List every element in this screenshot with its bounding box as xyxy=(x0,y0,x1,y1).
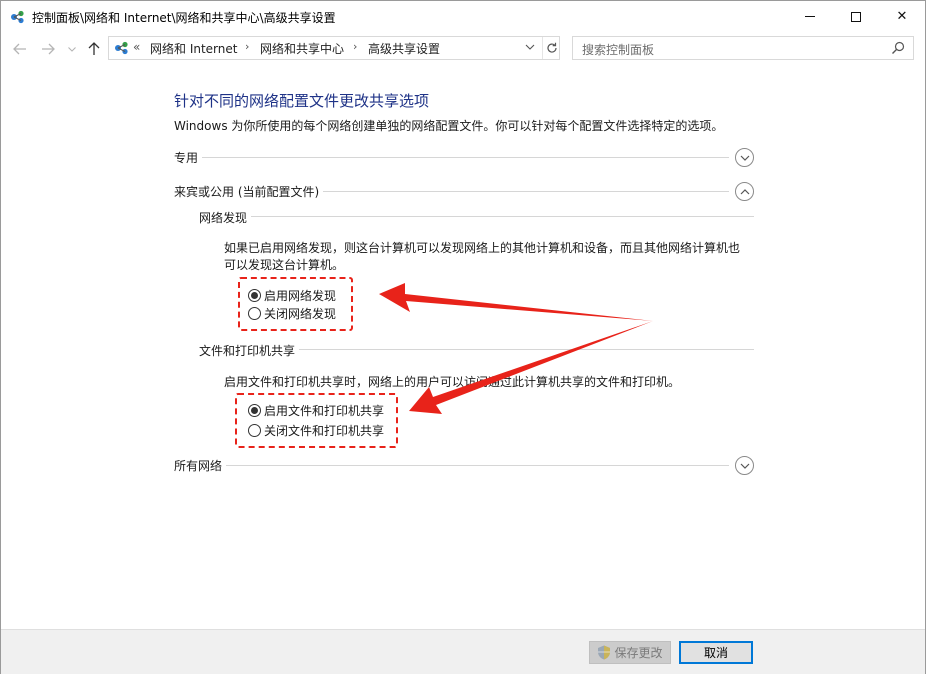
maximize-icon xyxy=(851,11,861,22)
network-discovery-title: 网络发现 xyxy=(199,209,252,226)
minimize-icon xyxy=(805,16,815,17)
network-center-icon xyxy=(11,10,24,24)
arrow-right-icon xyxy=(42,43,55,55)
refresh-button[interactable] xyxy=(542,37,560,59)
cancel-label: 取消 xyxy=(703,646,728,660)
arrow-left-icon xyxy=(13,43,26,55)
divider xyxy=(199,216,754,217)
address-bar[interactable]: « 网络和 Internet › 网络和共享中心 › 高级共享设置 xyxy=(108,36,560,60)
collapse-guest-public-button[interactable] xyxy=(735,182,754,201)
arrow-up-icon xyxy=(88,42,100,55)
refresh-icon xyxy=(546,42,557,53)
breadcrumb-separator[interactable]: › xyxy=(353,40,357,53)
window-title: 控制面板\网络和 Internet\网络和共享中心\高级共享设置 xyxy=(32,11,336,25)
chevron-down-icon xyxy=(525,44,535,50)
annotation-highlight-box xyxy=(235,393,398,448)
breadcrumb-advanced-sharing[interactable]: 高级共享设置 xyxy=(368,40,440,57)
breadcrumb-separator[interactable]: › xyxy=(245,40,249,53)
overflow-chevron[interactable]: « xyxy=(133,40,140,54)
network-discovery-text-line2: 可以发现这台计算机。 xyxy=(224,258,345,272)
forward-button[interactable] xyxy=(39,39,57,59)
search-icon[interactable] xyxy=(891,41,905,55)
dialog-footer: 保存更改 取消 xyxy=(1,629,925,674)
control-panel-window: 控制面板\网络和 Internet\网络和共享中心\高级共享设置 ✕ « 网络和… xyxy=(0,0,926,674)
minimize-button[interactable] xyxy=(787,1,833,32)
save-changes-button[interactable]: 保存更改 xyxy=(589,641,671,664)
maximize-button[interactable] xyxy=(833,1,879,32)
chevron-up-icon xyxy=(740,188,749,194)
annotation-highlight-box xyxy=(238,277,353,331)
divider xyxy=(174,157,729,158)
chevron-down-icon xyxy=(740,155,749,161)
breadcrumb-network-sharing-center[interactable]: 网络和共享中心 xyxy=(260,40,344,57)
back-button[interactable] xyxy=(11,39,29,59)
page-title: 针对不同的网络配置文件更改共享选项 xyxy=(174,92,430,110)
profile-all-networks-label[interactable]: 所有网络 xyxy=(174,457,227,474)
main-content: 针对不同的网络配置文件更改共享选项 Windows 为你所使用的每个网络创建单独… xyxy=(1,65,925,629)
recent-locations-button[interactable] xyxy=(63,39,81,59)
search-placeholder: 搜索控制面板 xyxy=(582,43,655,57)
title-bar: 控制面板\网络和 Internet\网络和共享中心\高级共享设置 ✕ xyxy=(1,1,925,33)
up-button[interactable] xyxy=(85,39,103,59)
search-input[interactable]: 搜索控制面板 xyxy=(572,36,914,60)
close-button[interactable]: ✕ xyxy=(879,1,925,32)
page-description: Windows 为你所使用的每个网络创建单独的网络配置文件。你可以针对每个配置文… xyxy=(174,119,724,133)
cancel-button[interactable]: 取消 xyxy=(679,641,753,664)
file-printer-sharing-title: 文件和打印机共享 xyxy=(199,342,300,359)
breadcrumb-network-internet[interactable]: 网络和 Internet xyxy=(150,40,237,57)
save-changes-label: 保存更改 xyxy=(614,646,663,660)
network-discovery-text-line1: 如果已启用网络发现，则这台计算机可以发现网络上的其他计算机和设备，而且其他网络计… xyxy=(224,241,741,255)
profile-guest-public-label[interactable]: 来宾或公用 (当前配置文件) xyxy=(174,183,324,200)
network-center-icon xyxy=(115,41,128,55)
chevron-down-icon xyxy=(740,463,749,469)
chevron-down-icon xyxy=(68,46,76,52)
network-discovery-description: 如果已启用网络发现，则这台计算机可以发现网络上的其他计算机和设备，而且其他网络计… xyxy=(224,240,740,274)
address-dropdown-button[interactable] xyxy=(525,39,535,58)
expand-all-networks-button[interactable] xyxy=(735,456,754,475)
uac-shield-icon xyxy=(598,645,611,660)
expand-private-button[interactable] xyxy=(735,148,754,167)
close-icon: ✕ xyxy=(896,9,908,24)
profile-private-label[interactable]: 专用 xyxy=(174,149,203,166)
file-printer-sharing-description: 启用文件和打印机共享时，网络上的用户可以访问通过此计算机共享的文件和打印机。 xyxy=(224,375,681,389)
divider xyxy=(174,465,729,466)
